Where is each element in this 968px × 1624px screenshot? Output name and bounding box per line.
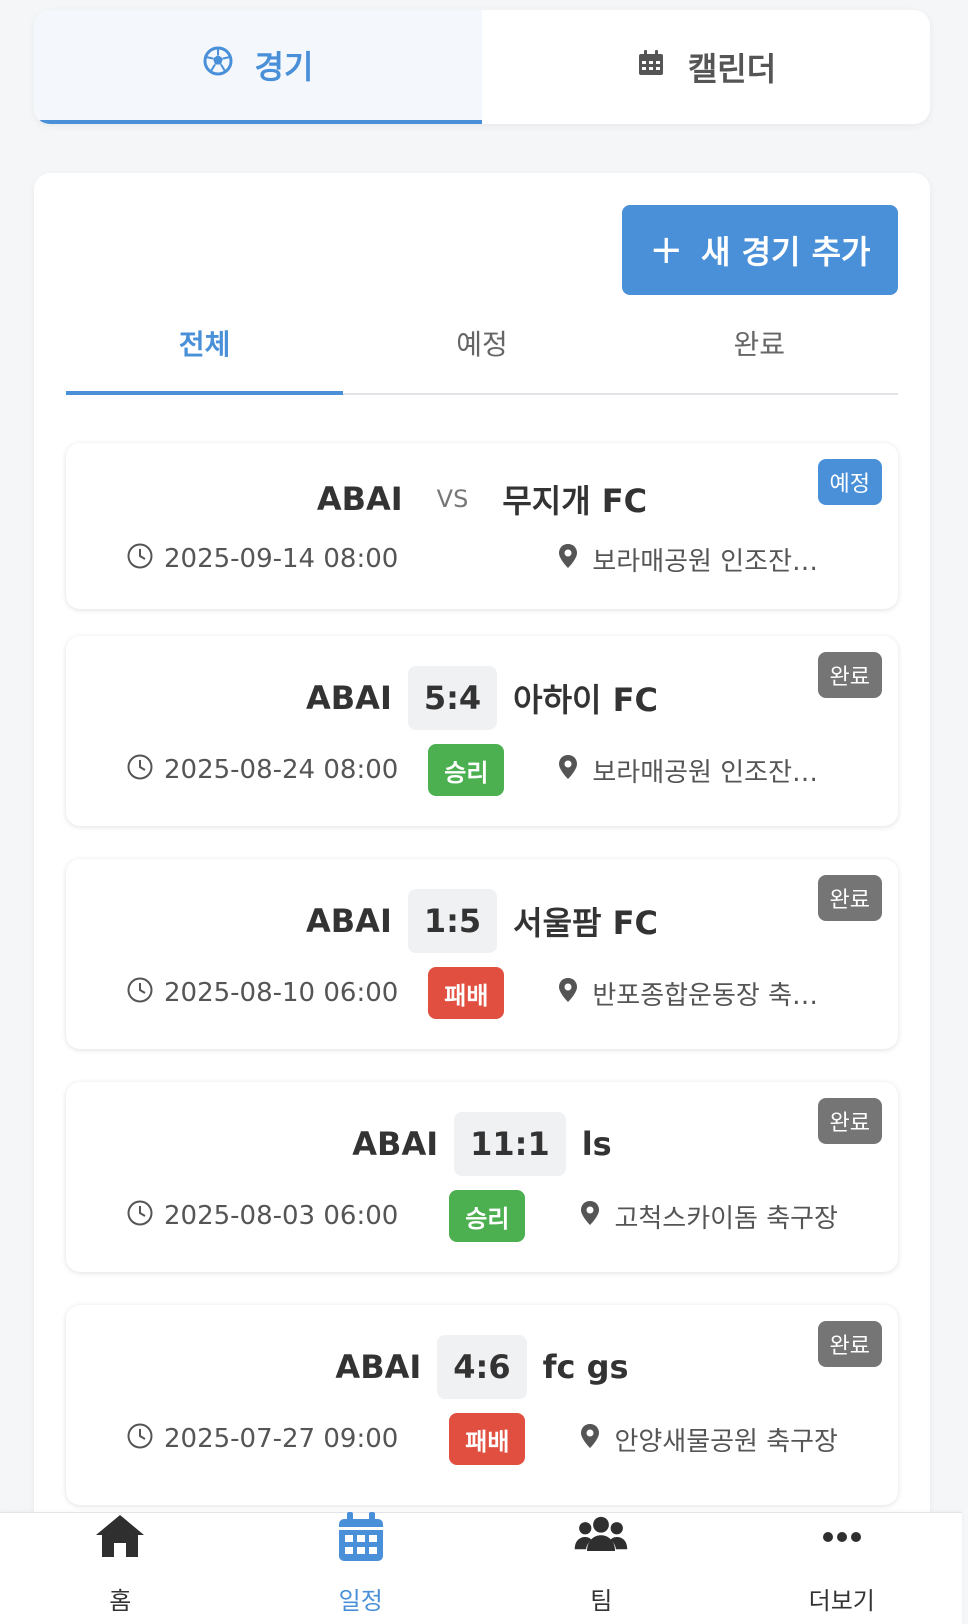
calendar-icon [333, 1509, 389, 1571]
datetime-text: 2025-08-24 08:00 [164, 755, 399, 785]
match-info: 2025-07-27 09:00 패배 안양새물공원 축구장 [126, 1413, 838, 1465]
soccer-ball-icon [203, 46, 233, 84]
match-venue: 고척스카이돔 축구장 [576, 1198, 838, 1235]
match-teams: ABAI 4:6 fc gs [66, 1335, 898, 1399]
vs-label: VS [436, 485, 469, 513]
nav-schedule[interactable]: 일정 [241, 1512, 482, 1624]
tab-calendar[interactable]: 캘린더 [482, 10, 930, 124]
match-venue: 반포종합운동장 축… [554, 975, 818, 1012]
location-pin-icon [554, 753, 582, 788]
location-pin-icon [554, 976, 582, 1011]
plus-icon: + [649, 227, 684, 273]
match-card[interactable]: 완료 ABAI 1:5 서울팜 FC 2025-08-10 06:00 패배 반… [66, 859, 898, 1049]
result-badge: 승리 [449, 1190, 526, 1242]
filter-tab-completed[interactable]: 완료 [621, 323, 898, 393]
home-team: ABAI [335, 1348, 422, 1386]
datetime-text: 2025-08-03 06:00 [164, 1201, 399, 1231]
home-team: ABAI [306, 902, 392, 940]
venue-text: 반포종합운동장 축… [592, 980, 818, 1011]
nav-home[interactable]: 홈 [0, 1513, 241, 1624]
clock-icon [126, 753, 154, 788]
clock-icon [126, 1422, 154, 1457]
nav-team-label: 팀 [590, 1587, 613, 1615]
match-venue: 보라매공원 인조잔… [554, 541, 818, 578]
match-datetime: 2025-08-24 08:00 [126, 753, 398, 788]
datetime-text: 2025-09-14 08:00 [164, 544, 399, 574]
result-badge: 패배 [428, 967, 505, 1019]
match-card[interactable]: 완료 ABAI 11:1 ls 2025-08-03 06:00 승리 고척스카… [66, 1082, 898, 1272]
clock-icon [126, 542, 154, 577]
match-card[interactable]: 완료 ABAI 5:4 아하이 FC 2025-08-24 08:00 승리 보… [66, 636, 898, 826]
opponent-team: ls [581, 1125, 612, 1163]
home-team: ABAI [306, 679, 392, 717]
match-teams: ABAI 1:5 서울팜 FC [66, 889, 898, 953]
opponent-team: 서울팜 FC [513, 904, 658, 942]
location-pin-icon [576, 1422, 604, 1457]
datetime-text: 2025-08-10 06:00 [164, 978, 399, 1008]
match-venue: 안양새물공원 축구장 [576, 1421, 838, 1458]
venue-text: 고척스카이돔 축구장 [614, 1203, 838, 1234]
home-team: ABAI [316, 480, 403, 518]
calendar-icon [636, 48, 666, 86]
tab-calendar-label: 캘린더 [687, 50, 777, 88]
opponent-team: fc gs [542, 1348, 629, 1386]
home-team: ABAI [352, 1125, 439, 1163]
match-teams: ABAI 11:1 ls [66, 1112, 898, 1176]
match-venue: 보라매공원 인조잔… [554, 752, 818, 789]
filter-tabs: 전체 예정 완료 [66, 323, 898, 395]
tab-matches[interactable]: 경기 [34, 10, 482, 124]
result-badge: 패배 [449, 1413, 526, 1465]
match-info: 2025-08-03 06:00 승리 고척스카이돔 축구장 [126, 1190, 838, 1242]
nav-home-label: 홈 [109, 1587, 132, 1615]
match-datetime: 2025-07-27 09:00 [126, 1422, 398, 1457]
opponent-team: 무지개 FC [502, 482, 648, 520]
clock-icon [126, 1199, 154, 1234]
match-score: 1:5 [407, 889, 498, 953]
venue-text: 보라매공원 인조잔… [592, 546, 818, 577]
match-card[interactable]: 예정 ABAI VS 무지개 FC 2025-09-14 08:00 보라매공원… [66, 443, 898, 609]
nav-team[interactable]: 팀 [481, 1513, 722, 1624]
match-info: 2025-09-14 08:00 보라매공원 인조잔… [126, 539, 838, 579]
opponent-team: 아하이 FC [513, 681, 658, 719]
tab-matches-label: 경기 [254, 48, 314, 86]
nav-schedule-label: 일정 [338, 1587, 383, 1615]
match-datetime: 2025-08-03 06:00 [126, 1199, 398, 1234]
view-switcher: 경기 캘린더 [34, 10, 930, 124]
venue-text: 안양새물공원 축구장 [614, 1426, 838, 1457]
match-card[interactable]: 완료 ABAI 4:6 fc gs 2025-07-27 09:00 패배 안양… [66, 1305, 898, 1505]
users-icon [573, 1509, 629, 1571]
filter-tab-all[interactable]: 전체 [66, 323, 344, 395]
add-match-button[interactable]: + 새 경기 추가 [622, 205, 898, 295]
match-datetime: 2025-08-10 06:00 [126, 976, 398, 1011]
match-list-panel: + 새 경기 추가 전체 예정 완료 예정 ABAI VS 무지개 FC 202… [34, 173, 930, 1624]
match-info: 2025-08-10 06:00 패배 반포종합운동장 축… [126, 967, 838, 1019]
match-score: 11:1 [454, 1112, 566, 1176]
location-pin-icon [554, 542, 582, 577]
nav-more-label: 더보기 [808, 1587, 875, 1615]
bottom-nav: 홈 일정 팀 더보기 [0, 1512, 962, 1624]
match-info: 2025-08-24 08:00 승리 보라매공원 인조잔… [126, 744, 838, 796]
clock-icon [126, 976, 154, 1011]
location-pin-icon [576, 1199, 604, 1234]
datetime-text: 2025-07-27 09:00 [164, 1424, 399, 1454]
venue-text: 보라매공원 인조잔… [592, 757, 818, 788]
match-teams: ABAI VS 무지개 FC [66, 479, 898, 520]
more-icon [814, 1509, 870, 1571]
match-teams: ABAI 5:4 아하이 FC [66, 666, 898, 730]
add-match-label: 새 경기 추가 [701, 233, 871, 271]
filter-tab-scheduled[interactable]: 예정 [343, 323, 620, 393]
nav-more[interactable]: 더보기 [722, 1513, 963, 1624]
match-score: 4:6 [437, 1335, 527, 1399]
match-score: 5:4 [407, 666, 498, 730]
result-badge: 승리 [428, 744, 505, 796]
home-icon [92, 1509, 148, 1571]
match-datetime: 2025-09-14 08:00 [126, 542, 398, 577]
